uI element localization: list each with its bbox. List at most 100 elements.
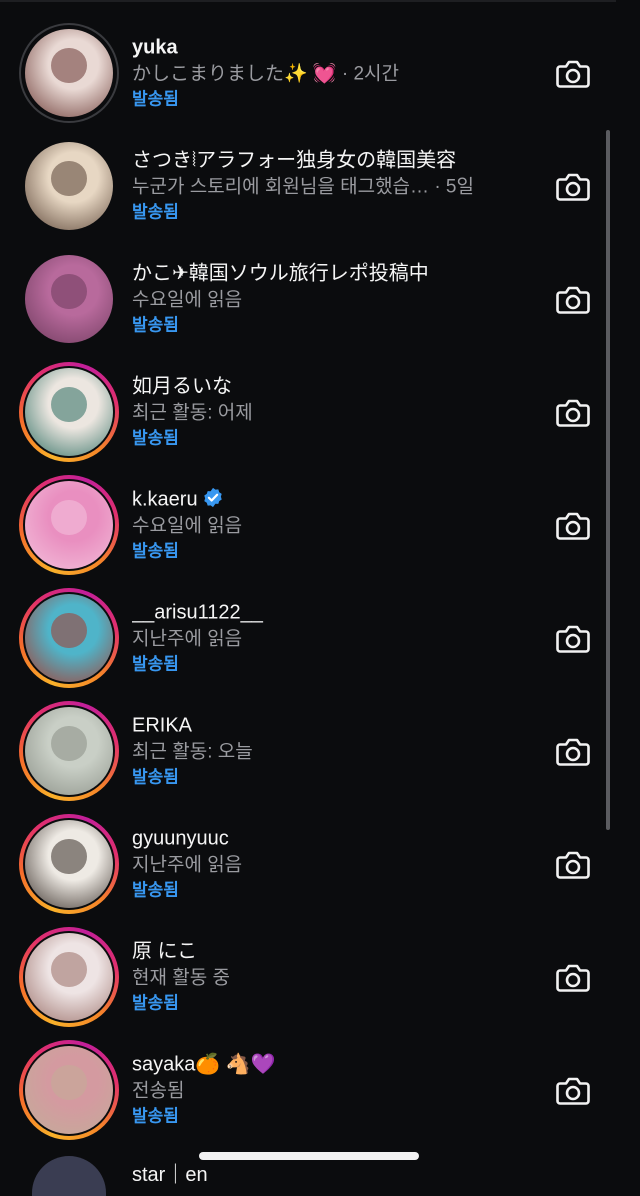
avatar-photo <box>25 593 113 682</box>
thread-text: さつき⦚アラフォー独身女の韓国美容 누군가 스토리에 회원님을 태그했습… · 5… <box>132 147 542 224</box>
sent-status: 발송됨 <box>132 767 179 786</box>
avatar-photo <box>25 1045 113 1134</box>
thread-username-text: 原 にこ <box>132 940 198 962</box>
avatar[interactable] <box>19 136 119 236</box>
thread-text: gyuunyuuc 지난주에 읽음 발송됨 <box>132 825 542 902</box>
thread-text: yuka かしこまりました✨ 💓 · 2시간발송됨 <box>132 34 542 111</box>
camera-icon[interactable] <box>555 281 591 317</box>
thread-preview: 최근 활동: 어제 <box>132 402 253 423</box>
avatar-story-ring[interactable] <box>19 474 119 575</box>
avatar-story-ring[interactable] <box>19 1039 119 1140</box>
top-divider <box>0 0 616 2</box>
thread-preview: 수요일에 읽음 <box>132 289 243 310</box>
thread-username-text: 如月るいな <box>132 375 232 397</box>
thread-text: sayaka🍊 🐴💜 전송됨발송됨 <box>132 1051 542 1128</box>
sent-status: 발송됨 <box>132 89 179 108</box>
camera-icon[interactable] <box>555 1072 591 1108</box>
thread-username-text: さつき⦚アラフォー独身女の韓国美容 <box>132 149 457 171</box>
thread-username-text: k.kaeru <box>132 488 198 510</box>
sent-status: 발송됨 <box>132 315 179 334</box>
avatar-story-ring[interactable] <box>19 813 119 914</box>
thread-username: k.kaeru <box>132 486 542 512</box>
avatar-photo <box>25 254 113 343</box>
thread-preview: 지난주에 읽음 <box>132 628 243 649</box>
thread-username: さつき⦚アラフォー独身女の韓国美容 <box>132 147 542 173</box>
avatar-figure <box>51 160 87 197</box>
sent-status: 발송됨 <box>132 993 179 1012</box>
avatar-story-ring[interactable] <box>19 926 119 1027</box>
thread-text: k.kaeru 수요일에 읽음발송됨 <box>132 486 542 563</box>
sent-status: 발송됨 <box>132 1106 179 1125</box>
avatar-figure <box>51 499 87 536</box>
thread-username-text: ERIKA <box>132 714 193 736</box>
thread-username-text: かこ✈韓国ソウル旅行レポ投稿中 <box>132 262 429 284</box>
avatar-story-ring[interactable] <box>19 361 119 462</box>
thread-username: __arisu1122__ <box>132 599 542 625</box>
thread-username: 原 にこ <box>132 938 542 964</box>
thread-row[interactable]: 如月るいな 최근 활동: 어제발송됨 <box>0 355 616 468</box>
thread-row[interactable]: さつき⦚アラフォー独身女の韓国美容 누군가 스토리에 회원님을 태그했습… · 5… <box>0 129 616 242</box>
thread-row[interactable]: 原 にこ 현재 활동 중발송됨 <box>0 920 616 1033</box>
avatar-photo <box>25 706 113 795</box>
thread-row[interactable]: かこ✈韓国ソウル旅行レポ投稿中 수요일에 읽음발송됨 <box>0 242 616 355</box>
thread-row[interactable]: gyuunyuuc 지난주에 읽음 발송됨 <box>0 807 616 920</box>
avatar-photo <box>25 367 113 456</box>
sent-status: 발송됨 <box>132 202 179 221</box>
camera-icon[interactable] <box>555 846 591 882</box>
thread-username: かこ✈韓国ソウル旅行レポ投稿中 <box>132 260 542 286</box>
thread-row[interactable]: yuka かしこまりました✨ 💓 · 2시간발송됨 <box>0 16 616 129</box>
thread-text: 如月るいな 최근 활동: 어제발송됨 <box>132 373 542 450</box>
thread-row[interactable]: ERIKA 최근 활동: 오늘발송됨 <box>0 694 616 807</box>
sent-status: 발송됨 <box>132 428 179 447</box>
thread-preview: 현재 활동 중 <box>132 967 230 988</box>
thread-row[interactable]: sayaka🍊 🐴💜 전송됨발송됨 <box>0 1033 616 1146</box>
thread-text: かこ✈韓国ソウル旅行レポ投稿中 수요일에 읽음발송됨 <box>132 260 542 337</box>
sent-status: 발송됨 <box>132 654 179 673</box>
avatar-story-ring[interactable] <box>19 700 119 801</box>
camera-icon[interactable] <box>555 55 591 91</box>
avatar-figure <box>51 273 87 310</box>
thread-username-text: sayaka🍊 🐴💜 <box>132 1053 276 1075</box>
avatar[interactable] <box>19 22 119 123</box>
camera-icon[interactable] <box>555 507 591 543</box>
thread-text: __arisu1122__ 지난주에 읽음발송됨 <box>132 599 542 676</box>
partial-avatar <box>32 1156 106 1196</box>
thread-preview: かしこまりました✨ 💓 · 2시간 <box>132 63 400 84</box>
thread-preview: 지난주에 읽음 <box>132 854 243 875</box>
message-thread-list: yuka かしこまりました✨ 💓 · 2시간 발송됨 さつき⦚アラフォー独身女の韓国美… <box>0 16 616 1146</box>
avatar-figure <box>51 951 87 988</box>
thread-username: sayaka🍊 🐴💜 <box>132 1051 542 1077</box>
avatar-photo <box>25 819 113 908</box>
avatar[interactable] <box>19 249 119 349</box>
thread-username-text: __arisu1122__ <box>132 601 263 623</box>
thread-row[interactable]: k.kaeru 수요일에 읽음발송됨 <box>0 468 616 581</box>
thread-username: gyuunyuuc <box>132 825 542 851</box>
avatar-photo <box>25 932 113 1021</box>
thread-preview: 수요일에 읽음 <box>132 515 243 536</box>
thread-preview: 전송됨 <box>132 1080 185 1101</box>
partial-thread-name: star｜en <box>132 1164 208 1186</box>
camera-icon[interactable] <box>555 394 591 430</box>
avatar-figure <box>51 1064 87 1101</box>
thread-preview: 최근 활동: 오늘 <box>132 741 253 762</box>
avatar-photo <box>25 141 113 230</box>
avatar-figure <box>51 386 87 423</box>
thread-username: 如月るいな <box>132 373 542 399</box>
thread-username: ERIKA <box>132 712 542 738</box>
thread-row[interactable]: __arisu1122__ 지난주에 읽음발송됨 <box>0 581 616 694</box>
sent-status: 발송됨 <box>132 541 179 560</box>
thread-text: 原 にこ 현재 활동 중발송됨 <box>132 938 542 1015</box>
avatar-photo <box>25 28 113 117</box>
thread-username-text: gyuunyuuc <box>132 827 229 849</box>
avatar-figure <box>51 838 87 875</box>
avatar-figure <box>51 725 87 762</box>
scrollbar[interactable] <box>606 130 610 830</box>
avatar-figure <box>51 47 87 84</box>
avatar-photo <box>25 480 113 569</box>
camera-icon[interactable] <box>555 733 591 769</box>
avatar-story-ring[interactable] <box>19 587 119 688</box>
camera-icon[interactable] <box>555 620 591 656</box>
thread-username: yuka <box>132 34 542 60</box>
camera-icon[interactable] <box>555 959 591 995</box>
camera-icon[interactable] <box>555 168 591 204</box>
